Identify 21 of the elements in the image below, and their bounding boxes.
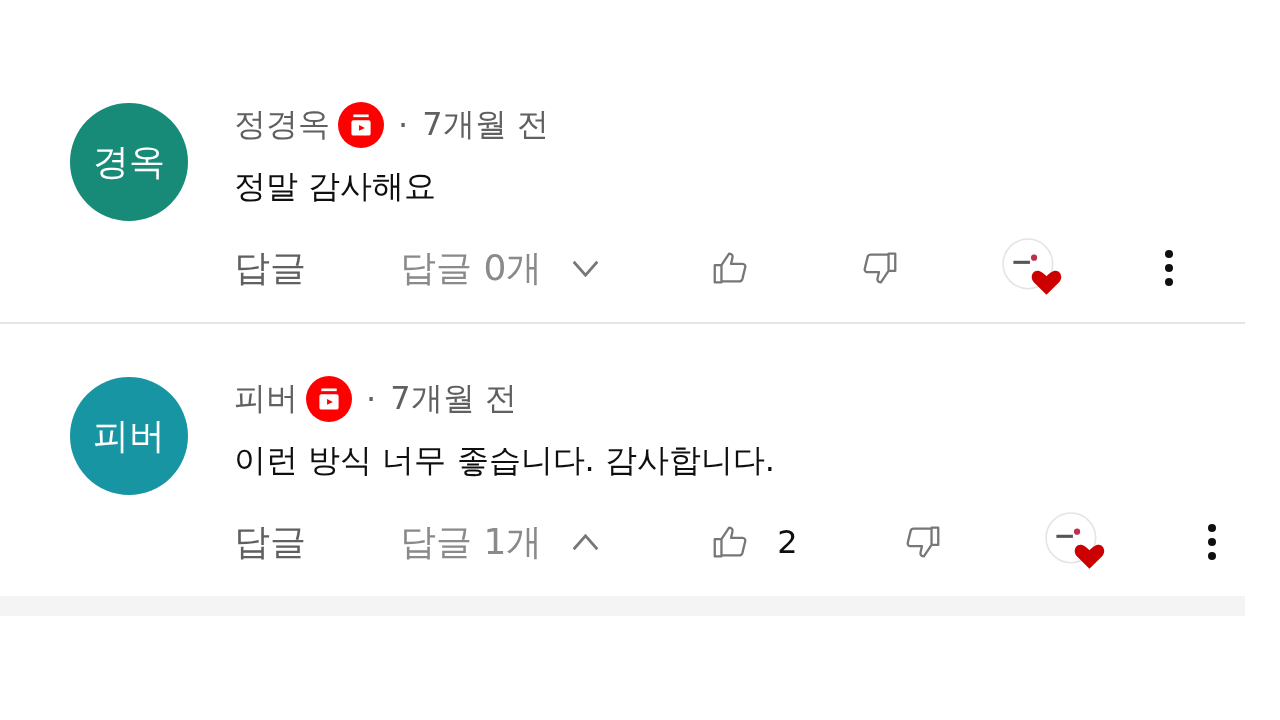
- chevron-up-icon: [572, 533, 600, 551]
- member-badge-icon: [338, 102, 384, 148]
- reply-button[interactable]: 답글: [234, 517, 306, 567]
- replies-toggle[interactable]: 답글 1개: [400, 517, 600, 567]
- avatar[interactable]: 경옥: [70, 103, 188, 221]
- separator-dot: ·: [366, 380, 377, 418]
- replies-toggle[interactable]: 답글 0개: [400, 243, 600, 293]
- member-badge-icon: [306, 376, 352, 422]
- comment-text: 정말 감사해요: [234, 166, 438, 207]
- like-count: 2: [777, 523, 798, 561]
- chevron-down-icon: [572, 259, 600, 277]
- author-name[interactable]: 피버: [234, 377, 298, 421]
- more-icon[interactable]: [1205, 522, 1218, 562]
- author-name[interactable]: 정경옥: [234, 103, 330, 147]
- separator-dot: ·: [398, 106, 409, 144]
- more-icon[interactable]: [1163, 248, 1176, 288]
- comment-time: 7개월 전: [390, 378, 517, 419]
- comment-text: 이런 방식 너무 좋습니다. 감사합니다.: [234, 440, 777, 481]
- avatar[interactable]: 피버: [70, 377, 188, 495]
- reply-button[interactable]: 답글: [234, 243, 306, 293]
- comment-time: 7개월 전: [422, 104, 549, 145]
